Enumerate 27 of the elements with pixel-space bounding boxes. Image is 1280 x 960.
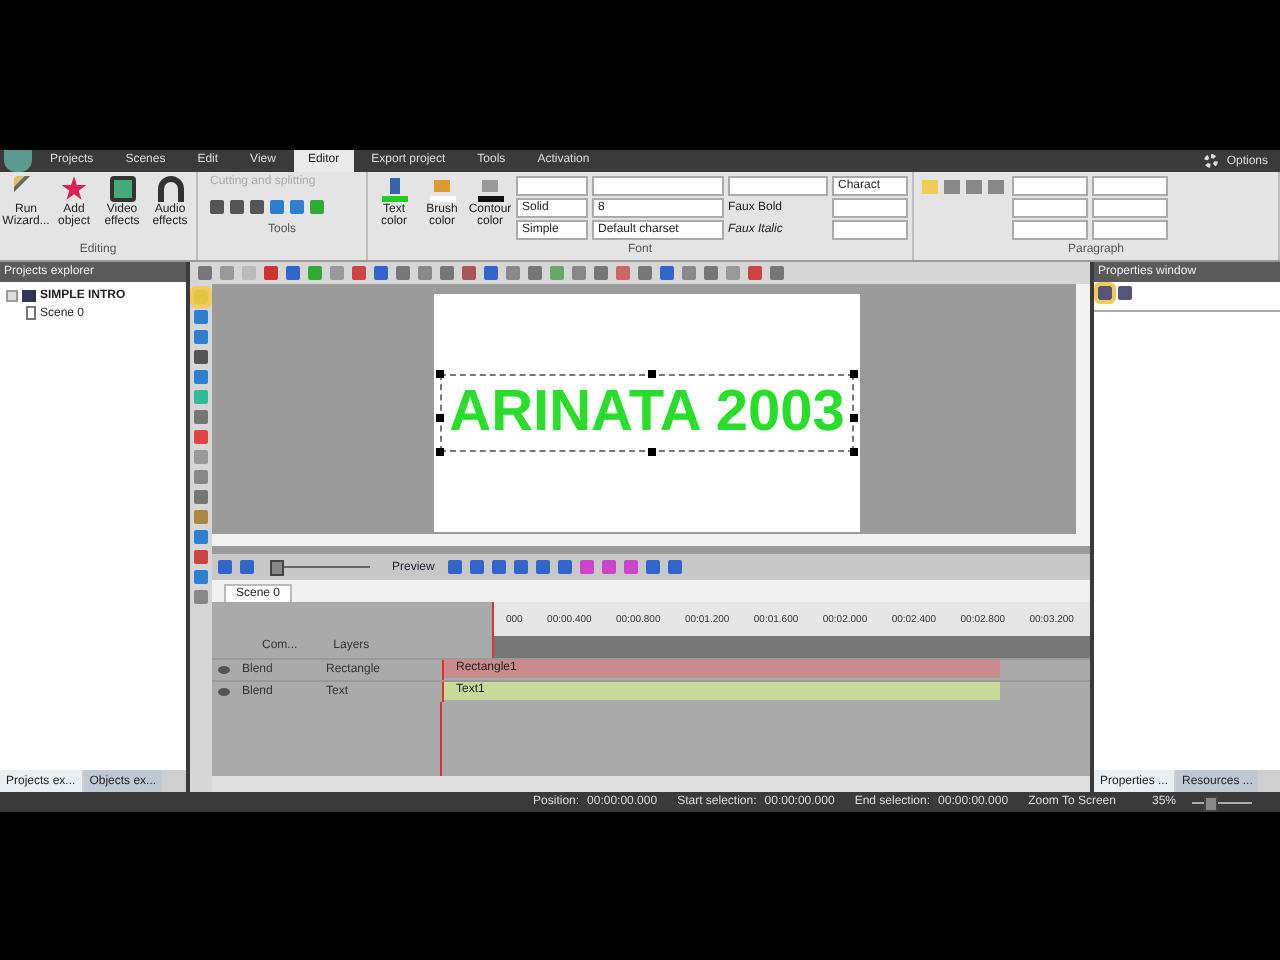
app-logo-icon[interactable] xyxy=(4,150,32,172)
scrollbar[interactable] xyxy=(212,534,1090,546)
sort-icon[interactable] xyxy=(1118,286,1132,300)
page-icon xyxy=(26,306,36,320)
eye-icon[interactable] xyxy=(218,688,230,696)
number-field[interactable] xyxy=(1092,198,1168,218)
number-field[interactable] xyxy=(1012,176,1088,196)
font-style-field[interactable] xyxy=(728,176,828,196)
scrollbar[interactable] xyxy=(212,776,1090,792)
align-button[interactable] xyxy=(944,180,960,194)
categories-icon[interactable] xyxy=(1098,286,1112,300)
number-field[interactable] xyxy=(1012,198,1088,218)
gear-icon xyxy=(1204,154,1219,168)
project-icon xyxy=(22,289,36,301)
number-field[interactable] xyxy=(1092,176,1168,196)
expand-icon[interactable] xyxy=(6,289,18,301)
align-button[interactable] xyxy=(922,180,938,194)
align-button[interactable] xyxy=(966,180,982,194)
eye-icon[interactable] xyxy=(218,666,230,674)
font-field[interactable] xyxy=(592,176,724,196)
line-style-field[interactable] xyxy=(516,176,588,196)
align-button[interactable] xyxy=(988,180,1004,194)
number-field[interactable] xyxy=(1092,220,1168,240)
number-field[interactable] xyxy=(832,198,908,218)
number-field[interactable] xyxy=(1012,220,1088,240)
number-field[interactable] xyxy=(832,220,908,240)
scrollbar[interactable] xyxy=(1076,284,1090,534)
